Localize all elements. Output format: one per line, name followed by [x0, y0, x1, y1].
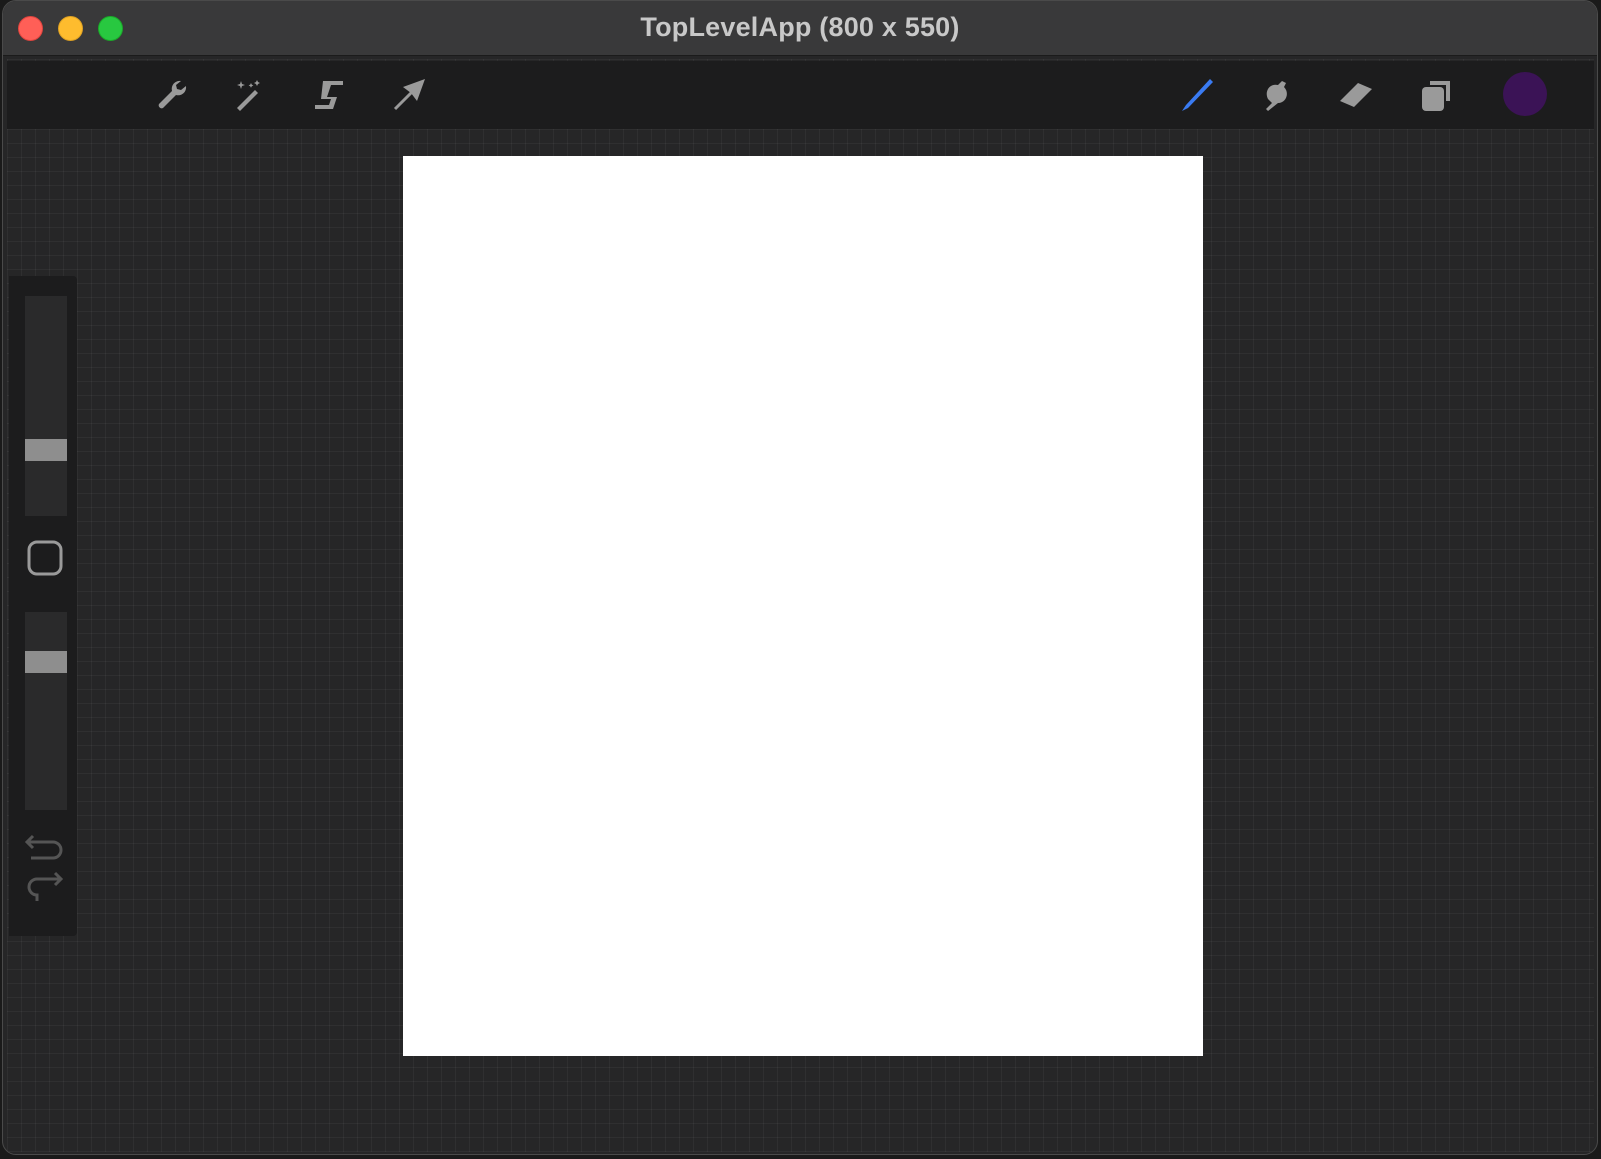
selection-s-icon	[315, 81, 343, 109]
brush-icon	[1182, 79, 1213, 111]
opacity-slider[interactable]	[25, 612, 67, 810]
app-window: TopLevelApp (800 x 550)	[2, 0, 1598, 1155]
drawing-canvas[interactable]	[403, 156, 1203, 1056]
smudge-icon	[1266, 81, 1287, 111]
wrench-icon	[158, 80, 187, 109]
color-picker-button[interactable]	[1503, 72, 1547, 116]
magic-wand-icon	[237, 80, 260, 111]
transform-button[interactable]	[387, 73, 431, 117]
top-toolbar	[7, 61, 1594, 129]
selection-button[interactable]	[307, 73, 351, 117]
opacity-slider-thumb[interactable]	[25, 651, 67, 673]
undo-icon[interactable]	[25, 830, 65, 866]
title-bar[interactable]: TopLevelApp (800 x 550)	[3, 1, 1597, 56]
layers-icon	[1422, 81, 1450, 111]
modify-square-icon[interactable]	[27, 540, 63, 576]
smudge-tool-button[interactable]	[1254, 73, 1298, 117]
eraser-tool-button[interactable]	[1334, 73, 1378, 117]
app-workspace	[7, 59, 1594, 1152]
eraser-icon	[1340, 83, 1372, 107]
adjustments-button[interactable]	[227, 73, 271, 117]
brush-size-slider-thumb[interactable]	[25, 439, 67, 461]
brush-size-slider[interactable]	[25, 296, 67, 516]
window-title: TopLevelApp (800 x 550)	[640, 12, 960, 42]
actions-button[interactable]	[149, 73, 193, 117]
brush-tool-button[interactable]	[1174, 73, 1218, 117]
arrow-cursor-icon	[393, 79, 425, 111]
redo-icon[interactable]	[25, 869, 65, 905]
left-sidebar	[9, 276, 77, 936]
layers-button[interactable]	[1414, 73, 1458, 117]
